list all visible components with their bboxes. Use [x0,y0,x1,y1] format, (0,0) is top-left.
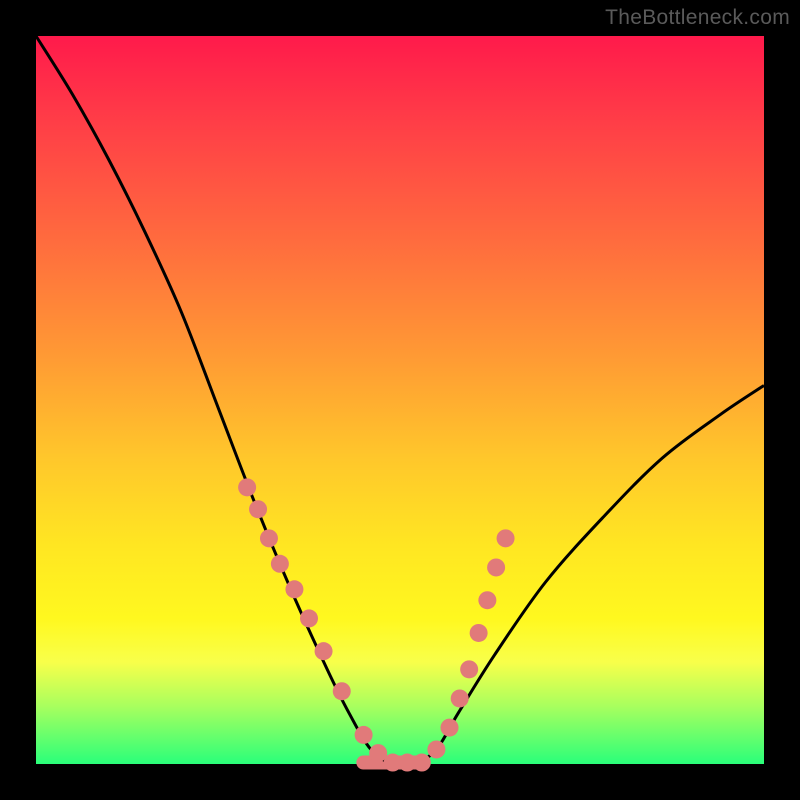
watermark-label: TheBottleneck.com [605,6,790,30]
highlight-dot [238,478,256,496]
highlight-dot [478,591,496,609]
highlight-dot [441,719,459,737]
highlight-dot [271,555,289,573]
highlight-dot [451,689,469,707]
chart-container: TheBottleneck.com [0,0,800,800]
plot-area [36,36,764,764]
highlight-dot [315,642,333,660]
highlight-dot [413,754,431,772]
highlight-dot [470,624,488,642]
highlight-dot [249,500,267,518]
highlight-dot [333,682,351,700]
highlight-dot [260,529,278,547]
highlight-dot [300,609,318,627]
highlight-dot [285,580,303,598]
highlight-dot [355,726,373,744]
highlight-dot [427,740,445,758]
highlight-dot [497,529,515,547]
curve-svg [36,36,764,764]
highlight-dot [487,558,505,576]
highlight-dot [460,660,478,678]
bottleneck-curve [36,36,764,766]
